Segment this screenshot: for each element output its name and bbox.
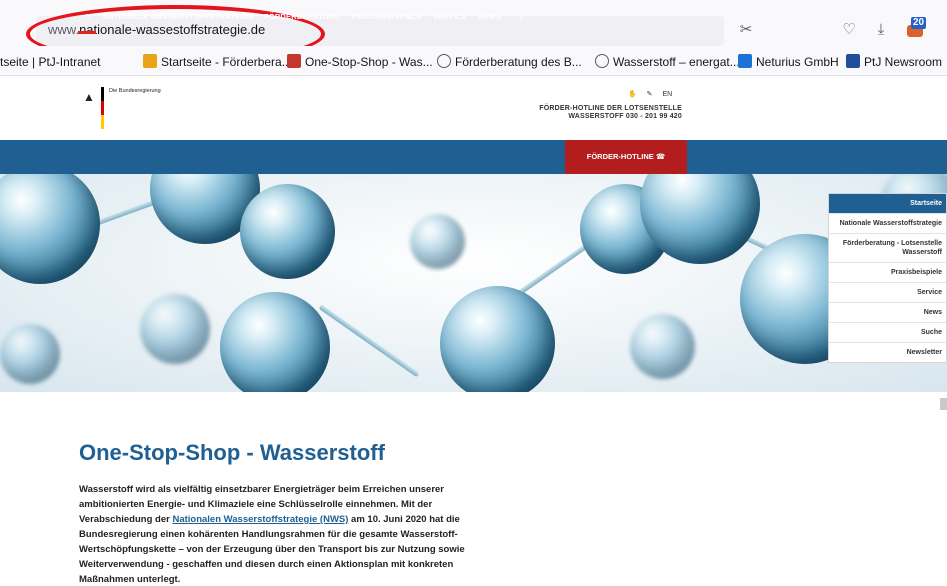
side-menu: Startseite Nationale Wasserstoffstrategi…: [828, 193, 947, 363]
neturius-favicon-icon: [738, 54, 752, 68]
bookmark-one-stop-shop[interactable]: One-Stop-Shop - Was...: [287, 54, 433, 70]
notification-badge: 20: [911, 17, 927, 29]
bookmark-ptj-newsroom[interactable]: PtJ Newsroom: [846, 54, 942, 70]
globe-icon: [437, 54, 451, 68]
pocket-icon[interactable]: ♡: [840, 21, 858, 39]
side-item-nationale-wasserstoffstrategie[interactable]: Nationale Wasserstoffstrategie: [829, 214, 946, 234]
hotline-line-1: FÖRDER-HOTLINE DER LOTSENSTELLE: [539, 105, 682, 112]
side-item-praxisbeispiele[interactable]: Praxisbeispiele: [829, 263, 946, 283]
molecule-sphere: [240, 184, 335, 279]
intro-paragraph: Wasserstoff wird als vielfältig einsetzb…: [79, 482, 499, 586]
logo-text: Die Bundesregierung: [109, 88, 161, 94]
bookmark-label: Wasserstoff – energat...: [613, 55, 740, 69]
eagle-icon: ▲: [83, 90, 95, 104]
side-item-startseite[interactable]: Startseite: [829, 194, 946, 214]
download-icon[interactable]: ⤓: [872, 21, 890, 39]
main-navigation: [0, 140, 947, 174]
molecule-sphere: [140, 294, 210, 364]
eagle-favicon-icon: [287, 54, 301, 68]
nav-foerderberatung[interactable]: FÖRDERBERATUNG: [264, 0, 340, 34]
bookmark-ptj-intranet[interactable]: tseite | PtJ-Intranet: [0, 54, 101, 70]
flag-icon: [101, 87, 104, 129]
side-item-service[interactable]: Service: [829, 283, 946, 303]
hotline-line-2: WASSERSTOFF 030 - 201 99 420: [568, 113, 682, 120]
header-utility-links: ✋ ✎ EN: [620, 90, 672, 98]
nws-link[interactable]: Nationalen Wasserstoffstrategie (NWS): [172, 514, 348, 525]
molecule-sphere: [0, 324, 60, 384]
bookmark-label: PtJ Newsroom: [864, 55, 943, 69]
molecule-sphere: [630, 314, 695, 379]
bookmark-label: Förderberatung des B...: [455, 55, 582, 69]
bookmark-wasserstoff-energate[interactable]: Wasserstoff – energat...: [595, 54, 740, 70]
bookmark-label: Neturius GmbH: [756, 55, 839, 69]
bookmark-arrow-icon: [143, 54, 157, 68]
easy-language-icon[interactable]: ✎: [647, 91, 653, 98]
search-icon[interactable]: ⚲: [518, 0, 525, 34]
reader-mode-icon[interactable]: ✂: [737, 21, 755, 39]
molecule-sphere: [0, 174, 100, 284]
bookmark-label: Startseite - Förderbera...: [161, 55, 292, 69]
phone-icon: ☎: [655, 152, 666, 161]
ptj-favicon-icon: [846, 54, 860, 68]
bookmark-neturius[interactable]: Neturius GmbH: [738, 54, 839, 70]
nav-service[interactable]: SERVICE: [433, 0, 467, 34]
molecule-sphere: [410, 214, 465, 269]
molecule-sphere: [220, 292, 330, 392]
molecule-sphere: [440, 286, 555, 392]
page-title: One-Stop-Shop - Wasserstoff: [79, 440, 385, 465]
bookmark-startseite-foerderberatung[interactable]: Startseite - Förderbera...: [143, 54, 292, 70]
scrollbar-thumb[interactable]: [940, 398, 947, 410]
side-item-news[interactable]: News: [829, 303, 946, 323]
foerder-hotline-button[interactable]: FÖRDER-HOTLINE ☎: [565, 140, 687, 174]
home-icon[interactable]: ⌂: [78, 0, 96, 34]
side-item-foerderberatung[interactable]: Förderberatung - Lotsenstelle Wasserstof…: [829, 234, 946, 263]
side-item-suche[interactable]: Suche: [829, 323, 946, 343]
sign-language-icon[interactable]: ✋: [628, 91, 637, 98]
bookmark-label: tseite | PtJ-Intranet: [0, 55, 101, 69]
hotline-button-label: FÖRDER-HOTLINE: [586, 152, 654, 161]
nav-news[interactable]: NEWS: [478, 0, 501, 34]
bookmark-foerderberatung-des-b[interactable]: Förderberatung des B...: [437, 54, 582, 70]
nav-praxisbeispiele[interactable]: PRAXISBEISPIELE: [352, 0, 422, 34]
language-switch-en[interactable]: EN: [663, 91, 673, 98]
extension-icon[interactable]: 20: [905, 17, 927, 37]
side-item-newsletter[interactable]: Newsletter: [829, 343, 946, 362]
molecule-bond: [318, 304, 420, 378]
hero-image-molecules: [0, 174, 947, 392]
energate-favicon-icon: [595, 54, 609, 68]
bookmark-label: One-Stop-Shop - Was...: [305, 55, 433, 69]
nav-nationale-wasserstoffstrategie[interactable]: NATIONALE WASSERSTOFFSTRATEGIE: [103, 0, 254, 34]
header-hotline: FÖRDER-HOTLINE DER LOTSENSTELLE WASSERST…: [450, 105, 682, 121]
